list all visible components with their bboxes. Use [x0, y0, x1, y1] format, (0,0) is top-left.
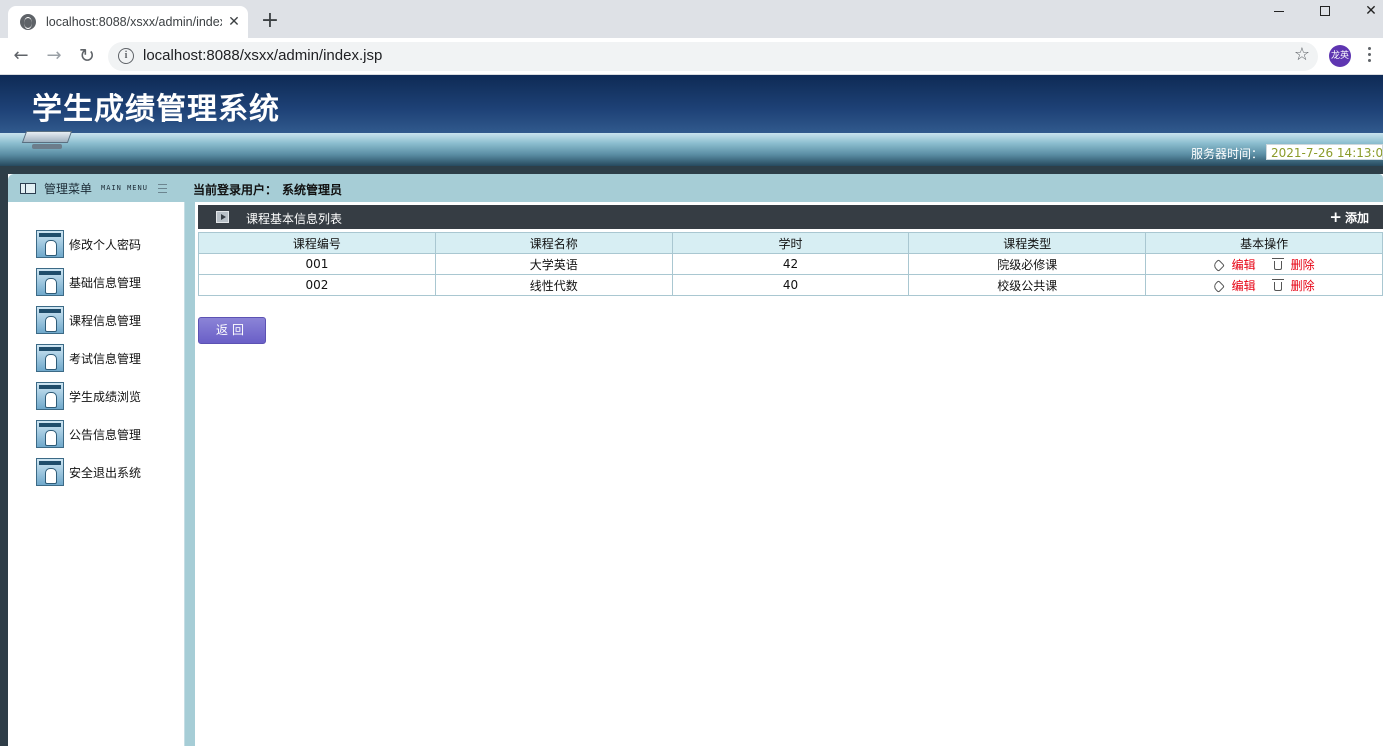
column-header: 课程编号 — [198, 232, 436, 254]
sidebar-item-course-info[interactable]: 课程信息管理 — [36, 305, 181, 335]
column-header: 课程名称 — [434, 232, 673, 254]
profile-avatar[interactable]: 龙英 — [1329, 45, 1351, 67]
browser-tabstrip: localhost:8088/xsxx/admin/index.jsp ✕ + … — [0, 0, 1383, 38]
course-id-cell: 002 — [198, 274, 436, 296]
column-header: 学时 — [671, 232, 910, 254]
tag-icon — [1211, 258, 1225, 272]
delete-link[interactable]: 删除 — [1291, 279, 1315, 293]
reload-icon[interactable]: ↻ — [75, 44, 99, 68]
sidebar-item-basic-info[interactable]: 基础信息管理 — [36, 267, 181, 297]
list-header: 课程基本信息列表 + 添加 — [198, 205, 1383, 229]
user-window-icon — [36, 306, 64, 334]
monitor-icon — [21, 131, 73, 151]
sidebar-item-logout[interactable]: 安全退出系统 — [36, 457, 181, 487]
sidebar-item-label: 公告信息管理 — [69, 427, 142, 442]
menu-title-en: MAIN MENU — [101, 184, 148, 192]
user-window-icon — [36, 458, 64, 486]
course-hours-cell: 42 — [671, 253, 910, 275]
tab-close-icon[interactable]: ✕ — [226, 14, 242, 30]
forward-arrow-icon[interactable]: → — [42, 44, 66, 68]
user-window-icon — [36, 420, 64, 448]
new-tab-button[interactable]: + — [258, 8, 282, 34]
server-time-label: 服务器时间： — [1191, 147, 1264, 161]
user-window-icon — [36, 230, 64, 258]
course-type-cell: 院级必修课 — [908, 253, 1147, 275]
user-window-icon — [36, 268, 64, 296]
browser-toolbar: ← → ↻ i localhost:8088/xsxx/admin/index.… — [0, 38, 1383, 75]
course-name-cell: 大学英语 — [434, 253, 673, 275]
sidebar-divider — [185, 202, 195, 746]
column-header: 课程类型 — [908, 232, 1147, 254]
play-icon — [216, 211, 229, 223]
sidebar-item-notice-info[interactable]: 公告信息管理 — [36, 419, 181, 449]
menu-lines-icon — [157, 183, 167, 193]
menu-panel-icon — [20, 182, 36, 194]
window-maximize-button[interactable] — [1302, 0, 1348, 22]
back-arrow-icon[interactable]: ← — [9, 44, 33, 68]
column-header: 基本操作 — [1145, 232, 1383, 254]
add-label: 添加 — [1344, 211, 1369, 225]
browser-menu-icon[interactable] — [1364, 47, 1374, 65]
delete-link[interactable]: 删除 — [1291, 258, 1315, 272]
info-icon[interactable]: i — [118, 48, 134, 64]
sidebar-item-label: 基础信息管理 — [69, 275, 142, 290]
sidebar: 修改个人密码 基础信息管理 课程信息管理 考试信息管理 学生成绩浏览 公告信息管… — [8, 202, 185, 746]
server-time-value: 2021-7-26 14:13:0 — [1266, 144, 1383, 160]
browser-tab[interactable]: localhost:8088/xsxx/admin/index.jsp ✕ — [8, 6, 248, 38]
tag-icon — [1211, 279, 1225, 293]
app-title: 学生成绩管理系统 — [32, 92, 280, 127]
back-button[interactable]: 返回 — [198, 317, 266, 344]
window-close-button[interactable]: ✕ — [1348, 0, 1383, 22]
course-id-cell: 001 — [198, 253, 436, 275]
sidebar-item-score-browse[interactable]: 学生成绩浏览 — [36, 381, 181, 411]
add-button[interactable]: + 添加 — [1329, 208, 1369, 226]
tab-title: localhost:8088/xsxx/admin/index.jsp — [46, 15, 222, 29]
current-user-name: 系统管理员 — [282, 183, 343, 197]
address-bar[interactable]: i localhost:8088/xsxx/admin/index.jsp ☆ — [108, 42, 1318, 71]
header-divider — [0, 166, 1383, 174]
sidebar-item-label: 安全退出系统 — [69, 465, 142, 480]
plus-icon: + — [1329, 208, 1342, 226]
globe-icon — [20, 14, 36, 30]
trash-icon — [1271, 278, 1284, 291]
user-window-icon — [36, 344, 64, 372]
user-window-icon — [36, 382, 64, 410]
list-title: 课程基本信息列表 — [246, 212, 343, 226]
sidebar-item-label: 考试信息管理 — [69, 351, 142, 366]
address-url[interactable]: localhost:8088/xsxx/admin/index.jsp — [143, 47, 382, 64]
edit-link[interactable]: 编辑 — [1232, 279, 1256, 293]
sidebar-item-label: 修改个人密码 — [69, 237, 142, 252]
minimize-icon — [1274, 10, 1284, 12]
menu-title: 管理菜单 — [44, 181, 93, 196]
table-row: 001 大学英语 42 院级必修课 编辑 删除 — [198, 253, 1383, 275]
window-minimize-button[interactable] — [1256, 0, 1302, 22]
table-row: 002 线性代数 40 校级公共课 编辑 删除 — [198, 274, 1383, 296]
trash-icon — [1271, 257, 1284, 270]
sidebar-item-change-password[interactable]: 修改个人密码 — [36, 229, 181, 259]
course-table: 课程编号 课程名称 学时 课程类型 基本操作 001 大学英语 42 院级必修课… — [198, 232, 1383, 296]
operations-cell: 编辑 删除 — [1145, 274, 1383, 296]
bookmark-star-icon[interactable]: ☆ — [1294, 44, 1310, 65]
course-hours-cell: 40 — [671, 274, 910, 296]
maximize-icon — [1320, 6, 1330, 16]
left-frame-edge — [0, 174, 8, 746]
current-user-label: 当前登录用户： — [193, 183, 278, 197]
menu-header: 管理菜单 MAIN MENU — [8, 174, 190, 202]
edit-link[interactable]: 编辑 — [1232, 258, 1256, 272]
table-header-row: 课程编号 课程名称 学时 课程类型 基本操作 — [198, 232, 1383, 254]
header-band — [0, 133, 1383, 166]
course-name-cell: 线性代数 — [434, 274, 673, 296]
sidebar-item-exam-info[interactable]: 考试信息管理 — [36, 343, 181, 373]
sidebar-item-label: 学生成绩浏览 — [69, 389, 142, 404]
operations-cell: 编辑 删除 — [1145, 253, 1383, 275]
current-user-bar: 当前登录用户： 系统管理员 — [176, 174, 1383, 202]
sidebar-item-label: 课程信息管理 — [69, 313, 142, 328]
course-type-cell: 校级公共课 — [908, 274, 1147, 296]
